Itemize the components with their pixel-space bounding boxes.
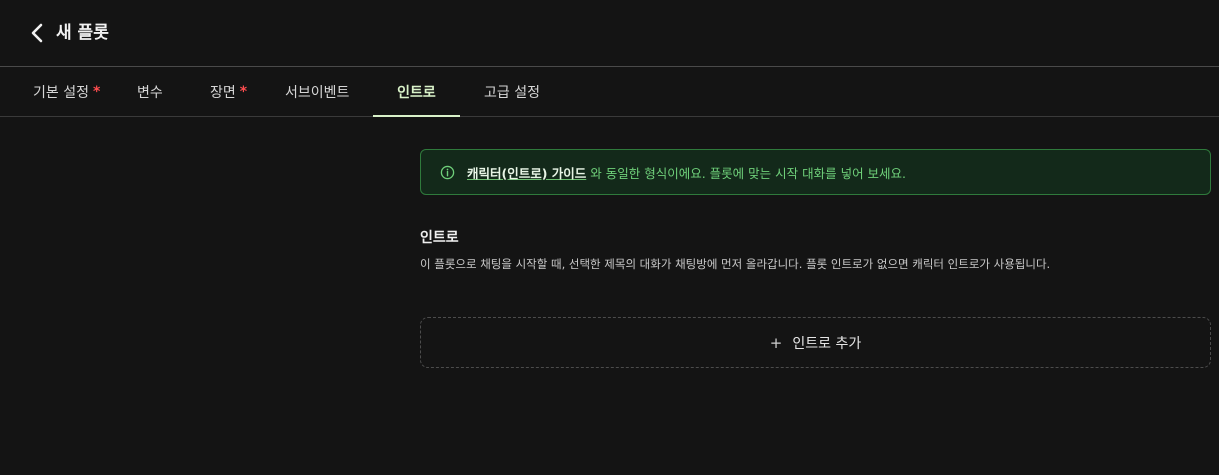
info-notice: 캐릭터(인트로) 가이드 와 동일한 형식이에요. 플롯에 맞는 시작 대화를 … [420,149,1211,195]
tab-label: 서브이벤트 [285,84,350,101]
guide-link[interactable]: 캐릭터(인트로) 가이드 [467,163,586,182]
tab-label: 장면 [210,84,236,101]
page-title: 새 플롯 [56,23,109,43]
tab-label: 인트로 [397,84,436,101]
required-marker: * [239,83,248,100]
notice-text: 와 동일한 형식이에요. 플롯에 맞는 시작 대화를 넣어 보세요. [590,165,907,181]
tab-label: 변수 [137,84,163,101]
required-marker: * [92,83,101,100]
tab-sub-events[interactable]: 서브이벤트 [285,67,349,116]
add-intro-label: 인트로 추가 [792,335,862,352]
section-description: 이 플롯으로 채팅을 시작할 때, 선택한 제목의 대화가 채팅방에 먼저 올라… [420,257,1051,271]
tab-label: 기본 설정 [33,84,89,101]
tab-scenes[interactable]: 장면 * [210,67,247,116]
back-button[interactable] [24,20,50,46]
tab-intro[interactable]: 인트로 [373,67,460,117]
tab-basic-settings[interactable]: 기본 설정 * [33,67,100,116]
header: 새 플롯 [0,0,1219,67]
tab-label: 고급 설정 [484,84,540,101]
tab-advanced-settings[interactable]: 고급 설정 [484,67,540,116]
info-icon [439,164,455,180]
plus-icon: + [769,333,783,352]
tab-bar: 기본 설정 * 변수 장면 * 서브이벤트 인트로 고급 설정 [0,67,1219,117]
add-intro-button[interactable]: + 인트로 추가 [420,317,1211,368]
chevron-left-icon [31,23,43,43]
section-title: 인트로 [420,230,459,246]
tab-variables[interactable]: 변수 [137,67,163,116]
